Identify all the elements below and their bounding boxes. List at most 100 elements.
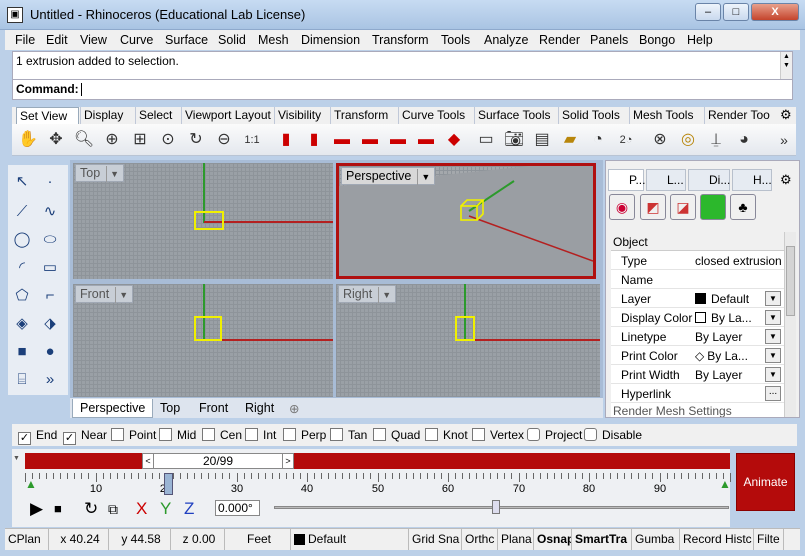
prop-row-hyperlink[interactable]: Hyperlink... [611,384,784,403]
angle-slider-thumb[interactable] [492,500,500,514]
target-icon-2[interactable]: ◎ [676,128,700,152]
toggle-filter[interactable]: Filte [754,529,784,550]
export-icon[interactable]: ⧉ [108,500,118,518]
toolbar-settings-gear-icon[interactable]: ⚙ [780,107,792,123]
x-axis-icon[interactable]: X [136,500,147,518]
selected-extrusion-right[interactable] [455,316,475,341]
angle-input[interactable]: 0.000° [215,500,260,516]
viewport-title-right[interactable]: Right ▼ [338,285,397,303]
curve-piping-icon[interactable]: ♣ [730,194,756,220]
toggle-smarttrack[interactable]: SmartTra [572,529,632,550]
frame-indicator[interactable]: < 20/99 > [142,453,294,469]
boolean-icon[interactable]: ● [38,340,62,364]
menu-panels[interactable]: Panels [590,33,628,47]
zoom-icon[interactable]: 🔍︎ [72,128,96,152]
toggle-grid-snap[interactable]: Grid Sna [409,529,462,550]
viewport-right[interactable]: Right ▼ [336,284,600,397]
menu-curve[interactable]: Curve [120,33,153,47]
toolbar-overflow-icon[interactable]: » [772,128,796,152]
tab-mesh-tools[interactable]: Mesh Tools [629,107,704,124]
maximize-button[interactable]: □ [723,3,749,21]
play-icon[interactable]: ▶ [30,500,43,518]
current-frame-marker[interactable] [164,473,173,495]
panel-tab-help[interactable]: H... [732,169,772,191]
frame-ruler[interactable]: 102030405060708090 [25,473,731,497]
end-marker-icon[interactable]: ▲ [719,477,731,495]
one-to-one-icon[interactable]: 1:1 [240,128,264,152]
z-axis-icon[interactable]: Z [184,500,194,518]
osnap-disable[interactable]: Disable [584,428,642,442]
tab-curve-tools[interactable]: Curve Tools [398,107,474,124]
zoom-window-icon[interactable]: ⊞ [128,128,152,152]
history-scrollbar[interactable]: ▲ ▼ [780,52,792,79]
menu-tools[interactable]: Tools [441,33,470,47]
viewport-perspective[interactable]: Perspective ▼ [336,163,596,279]
menu-mesh[interactable]: Mesh [258,33,289,47]
car-view-icon[interactable]: ▬ [386,128,410,152]
light-icon[interactable]: ◔ [586,128,610,152]
back-car-view-icon[interactable]: ▮ [302,128,326,152]
rotate-icon[interactable]: ✥ [44,128,68,152]
panel-tab-display[interactable]: Di... [688,169,730,191]
start-marker-icon[interactable]: ▲ [25,477,37,495]
extrude-surface-icon[interactable]: ⬗ [38,312,62,336]
chevron-down-icon[interactable]: ▼ [765,367,781,382]
collapse-icon[interactable]: ▼ [13,455,20,462]
menu-edit[interactable]: Edit [46,33,68,47]
zoom-extents-icon[interactable]: ⊕ [100,128,124,152]
toggle-record-history[interactable]: Record Histc [680,529,754,550]
toggle-ortho[interactable]: Orthc [462,529,498,550]
osnap-knot[interactable]: Knot [425,428,468,442]
menu-help[interactable]: Help [687,33,713,47]
fillet-curve-icon[interactable]: ⌐ [38,284,62,308]
title-bar[interactable]: ▣ Untitled - Rhinoceros (Educational Lab… [0,0,805,30]
decal-icon[interactable] [700,194,726,220]
toggle-gumball[interactable]: Gumba [632,529,680,550]
tab-viewport-layout[interactable]: Viewport Layout [181,107,274,124]
timeline-bar[interactable] [25,453,730,469]
animate-button[interactable]: Animate [736,453,795,511]
close-button[interactable]: X [751,3,799,21]
texture-mapping-icon[interactable]: ◪ [670,194,696,220]
viewport-title-front[interactable]: Front ▼ [75,285,134,303]
tab-transform[interactable]: Transform [330,107,398,124]
osnap-int[interactable]: Int [245,428,276,442]
prop-row-name[interactable]: Name [611,270,784,289]
osnap-mid[interactable]: Mid [159,428,196,442]
object-properties-icon[interactable]: ◉ [609,194,635,220]
place-camera-icon[interactable]: ⍊ [704,128,728,152]
point-icon[interactable]: · [38,170,62,194]
y-axis-icon[interactable]: Y [160,500,171,518]
arc-icon[interactable]: ◜ [10,256,34,280]
prop-row-display-color[interactable]: Display Color By La... ▼ [611,308,784,327]
menu-dimension[interactable]: Dimension [301,33,360,47]
status-cplane[interactable]: CPlan [5,529,49,550]
toggle-planar[interactable]: Plana [498,529,534,550]
angle-slider[interactable] [274,506,729,509]
viewport-front[interactable]: Front ▼ [73,284,333,397]
stop-icon[interactable]: ■ [54,500,62,518]
prop-row-print-color[interactable]: Print Color ◇ By La... ▼ [611,346,784,365]
restore-view-icon[interactable]: ▰ [558,128,582,152]
viewport-top[interactable]: Top ▼ [73,163,333,279]
vp-tab-top[interactable]: Top [153,399,187,418]
target-icon[interactable]: ⊗ [648,128,672,152]
tab-select[interactable]: Select [135,107,181,124]
osnap-tan[interactable]: Tan [330,428,367,442]
rectangle-icon[interactable]: ▭ [38,256,62,280]
tab-render-tools[interactable]: Render Too [704,107,774,124]
chevron-down-icon[interactable]: ▼ [765,329,781,344]
polyline-icon[interactable]: ⟋ [10,200,34,224]
bottom-car-view-icon[interactable]: ▭ [474,128,498,152]
command-line[interactable]: Command: [12,80,793,100]
osnap-near[interactable]: ✓ Near [63,428,107,445]
menu-bongo[interactable]: Bongo [639,33,675,47]
osnap-quad[interactable]: Quad [373,428,420,442]
hyperlink-browse-button[interactable]: ... [765,386,781,401]
rotate-view-icon[interactable]: ↻ [184,128,208,152]
chevron-down-icon[interactable]: ▼ [765,310,781,325]
perspective-car-icon[interactable]: ◆ [442,128,466,152]
osnap-vertex[interactable]: Vertex [472,428,524,442]
front-car-view-icon[interactable]: ▮ [274,128,298,152]
right-car-view-icon[interactable]: ▬ [358,128,382,152]
